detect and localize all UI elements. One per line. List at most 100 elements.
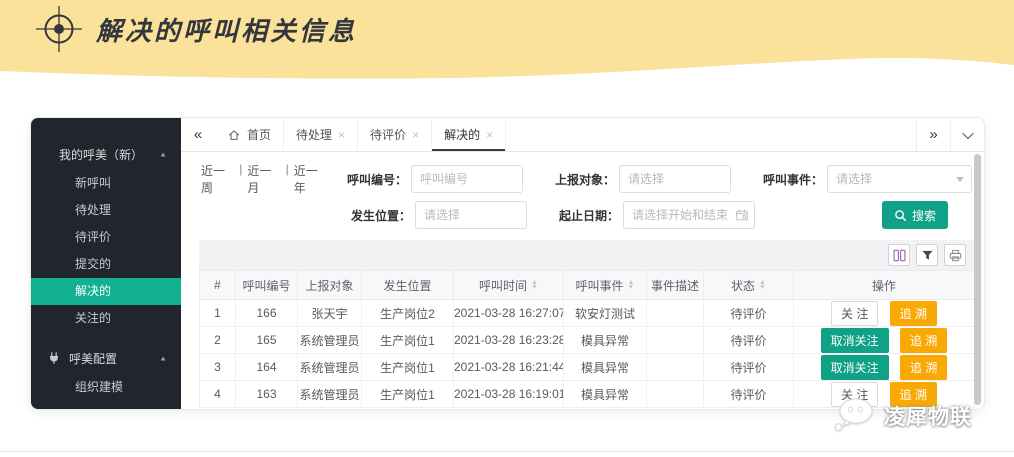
trace-button[interactable]: 追 溯 [890, 301, 937, 326]
sort-icon[interactable]: ▲▼ [531, 280, 538, 290]
cell-time: 2021-03-28 16:19:01 [454, 381, 564, 408]
sidebar-item-new-call[interactable]: 新呼叫 [31, 170, 181, 197]
cell-call-no: 165 [236, 327, 298, 354]
sidebar: 我的呼美（新） ▲ 新呼叫 待处理 待评价 提交的 解决的 关注的 呼美配置 ▲… [31, 118, 181, 409]
link-last-year[interactable]: 近一年 [294, 162, 327, 196]
cell-status: 待评价 [704, 354, 794, 381]
report-target-label: 上报对象： [535, 171, 615, 188]
table-toolbar [199, 240, 974, 270]
chevron-down-icon [962, 127, 973, 138]
cell-time: 2021-03-28 16:23:28 [454, 327, 564, 354]
col-event-desc: 事件描述 [647, 271, 704, 300]
tab-list-dropdown-button[interactable] [950, 118, 984, 151]
link-last-week[interactable]: 近一周 [201, 162, 234, 196]
tab-resolved[interactable]: 解决的 × [432, 118, 506, 151]
watermark-text: 凌犀物联 [884, 401, 972, 431]
search-icon [894, 209, 907, 222]
plug-icon [47, 351, 61, 365]
cell-call-no: 166 [236, 300, 298, 327]
sort-icon[interactable]: ▲▼ [628, 280, 635, 290]
col-location: 发生位置 [362, 271, 454, 300]
location-label: 发生位置： [331, 207, 411, 224]
close-icon[interactable]: × [412, 128, 419, 142]
cell-location: 生产岗位1 [362, 354, 454, 381]
col-actions: 操作 [794, 271, 975, 300]
col-call-time[interactable]: 呼叫时间 ▲▼ [454, 271, 564, 300]
sidebar-group-label: 我的呼美（新） [59, 146, 159, 163]
tab-label: 待处理 [296, 126, 332, 143]
sidebar-item-pending[interactable]: 待处理 [31, 197, 181, 224]
trace-button[interactable]: 追 溯 [900, 328, 947, 353]
unfollow-button[interactable]: 取消关注 [821, 355, 889, 380]
sidebar-group-humei-config[interactable]: 呼美配置 ▲ [31, 342, 181, 374]
calls-table: # 呼叫编号 上报对象 发生位置 呼叫时间 ▲▼ 呼叫事件 ▲▼ 事件描述 [199, 270, 975, 410]
separator: | [286, 162, 289, 196]
cell-event: 模具异常 [564, 381, 647, 408]
col-call-event[interactable]: 呼叫事件 ▲▼ [564, 271, 647, 300]
cell-reporter: 张天宇 [298, 300, 362, 327]
follow-button[interactable]: 关 注 [831, 301, 878, 326]
column-settings-button[interactable] [888, 244, 910, 266]
cell-desc [647, 381, 704, 408]
cell-index: 1 [200, 300, 236, 327]
call-event-select[interactable] [827, 165, 972, 193]
trace-button[interactable]: 追 溯 [900, 355, 947, 380]
collapse-tabs-button[interactable]: « [181, 118, 215, 151]
calendar-icon [735, 208, 749, 222]
sidebar-group-label: 呼美配置 [69, 350, 159, 367]
vertical-scrollbar[interactable] [974, 154, 981, 405]
funnel-icon [920, 248, 935, 263]
cell-actions: 取消关注 追 溯 [794, 354, 975, 381]
cell-time: 2021-03-28 16:27:07 [454, 300, 564, 327]
close-icon[interactable]: × [486, 128, 493, 142]
search-button[interactable]: 搜索 [882, 201, 948, 229]
expand-tabs-button[interactable]: » [916, 118, 950, 151]
call-no-label: 呼叫编号： [327, 171, 407, 188]
cell-desc [647, 300, 704, 327]
table-header-row: # 呼叫编号 上报对象 发生位置 呼叫时间 ▲▼ 呼叫事件 ▲▼ 事件描述 [200, 271, 975, 300]
date-range-label: 起止日期： [539, 207, 619, 224]
tab-label: 待评价 [370, 126, 406, 143]
call-no-input[interactable] [411, 165, 523, 193]
sidebar-item-followed[interactable]: 关注的 [31, 305, 181, 332]
col-status[interactable]: 状态 ▲▼ [704, 271, 794, 300]
print-button[interactable] [944, 244, 966, 266]
unfollow-button[interactable]: 取消关注 [821, 328, 889, 353]
page-banner: 解决的呼叫相关信息 [0, 0, 1014, 81]
call-event-label: 呼叫事件： [743, 171, 823, 188]
sidebar-item-to-review[interactable]: 待评价 [31, 224, 181, 251]
caret-up-icon: ▲ [159, 150, 167, 158]
table-row: 3 164 系统管理员 生产岗位1 2021-03-28 16:21:44 模具… [200, 354, 975, 381]
page-title: 解决的呼叫相关信息 [96, 11, 357, 48]
caret-up-icon: ▲ [159, 354, 167, 362]
banner-wave [0, 57, 1014, 81]
separator: | [239, 162, 242, 196]
cell-event: 模具异常 [564, 327, 647, 354]
sidebar-item-resolved[interactable]: 解决的 [31, 278, 181, 305]
cell-time: 2021-03-28 16:21:44 [454, 354, 564, 381]
col-index: # [200, 271, 236, 300]
sort-icon[interactable]: ▲▼ [759, 280, 766, 290]
tab-to-review[interactable]: 待评价 × [358, 118, 432, 151]
sidebar-item-submitted[interactable]: 提交的 [31, 251, 181, 278]
filter-button[interactable] [916, 244, 938, 266]
quick-range-links: 近一周 | 近一月 | 近一年 [201, 162, 327, 196]
cell-call-no: 163 [236, 381, 298, 408]
cell-actions: 取消关注 追 溯 [794, 327, 975, 354]
location-input[interactable] [415, 201, 527, 229]
tab-pending[interactable]: 待处理 × [284, 118, 358, 151]
close-icon[interactable]: × [338, 128, 345, 142]
sidebar-group-my-humei[interactable]: 我的呼美（新） ▲ [31, 138, 181, 170]
cell-location: 生产岗位1 [362, 327, 454, 354]
tab-home[interactable]: 首页 [215, 118, 284, 151]
bottom-divider [0, 451, 1014, 452]
tab-label: 首页 [247, 126, 271, 143]
watermark: 凌犀物联 [832, 397, 972, 435]
link-last-month[interactable]: 近一月 [247, 162, 280, 196]
report-target-input[interactable] [619, 165, 731, 193]
cell-index: 2 [200, 327, 236, 354]
sidebar-item-org-modeling[interactable]: 组织建模 [31, 374, 181, 401]
cell-call-no: 164 [236, 354, 298, 381]
search-button-label: 搜索 [912, 207, 936, 224]
tab-bar: « 首页 待处理 × 待评价 × 解决的 × » [181, 118, 984, 152]
